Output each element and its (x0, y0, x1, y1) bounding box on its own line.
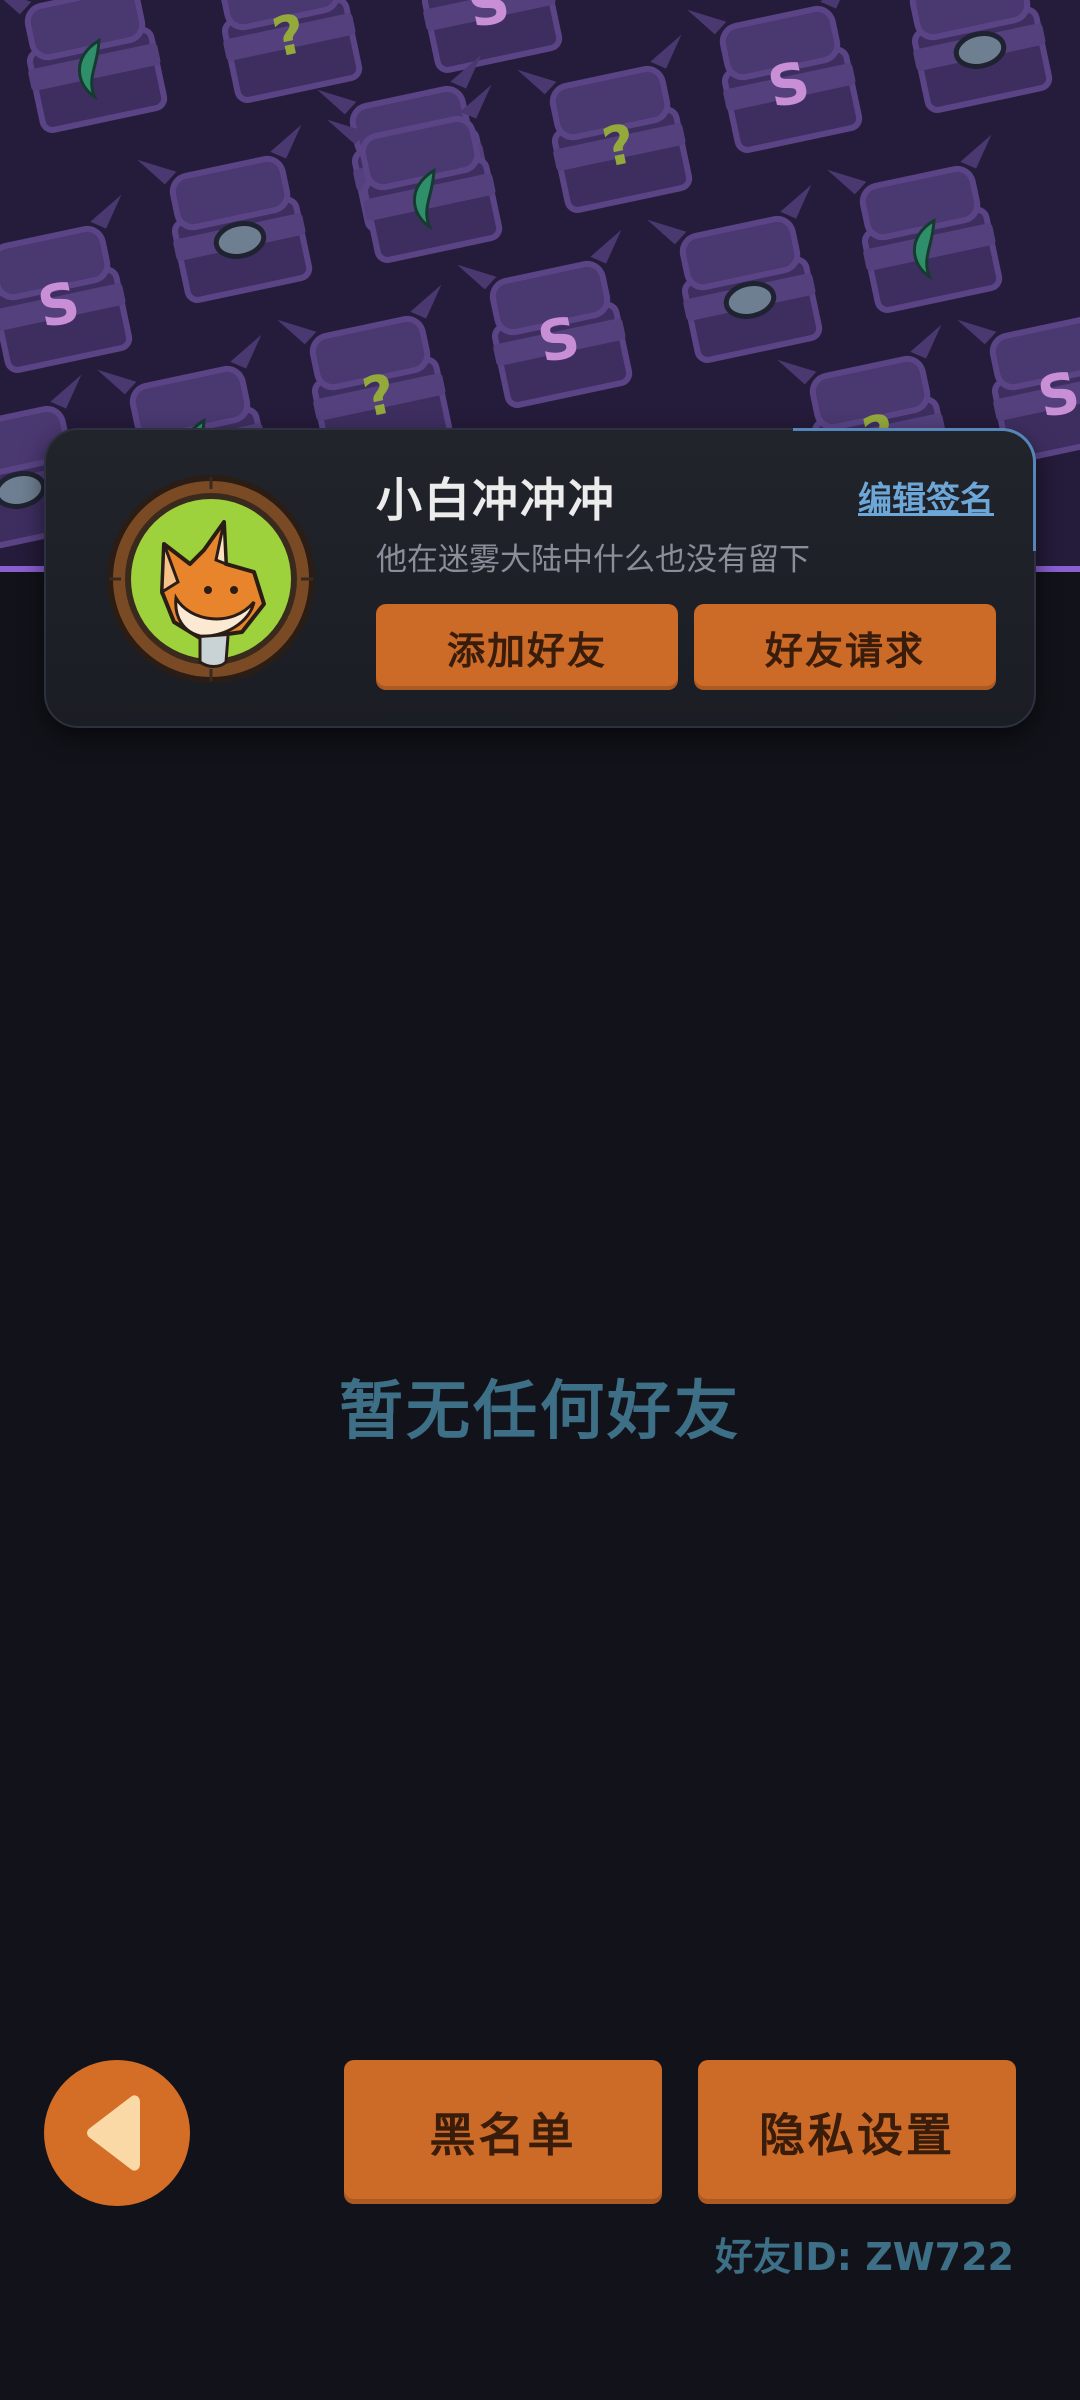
add-friend-button[interactable]: 添加好友 (376, 604, 678, 690)
empty-friends-message: 暂无任何好友 (339, 1375, 741, 1449)
avatar[interactable] (104, 472, 318, 686)
signature-text: 他在迷雾大陆中什么也没有留下 (376, 542, 810, 578)
nickname: 小白冲冲冲 (376, 473, 616, 527)
friend-requests-button[interactable]: 好友请求 (694, 604, 996, 690)
back-button[interactable] (44, 2060, 190, 2206)
privacy-settings-button[interactable]: 隐私设置 (698, 2060, 1016, 2204)
edit-signature-link[interactable]: 编辑签名 (858, 472, 994, 521)
fox-avatar-icon (107, 475, 315, 683)
left-triangle-icon (87, 2095, 140, 2171)
profile-card: 小白冲冲冲 编辑签名 他在迷雾大陆中什么也没有留下 添加好友 好友请求 (44, 428, 1036, 728)
blacklist-button[interactable]: 黑名单 (344, 2060, 662, 2204)
friend-id-label: 好友ID: ZW722 (715, 2235, 1014, 2279)
